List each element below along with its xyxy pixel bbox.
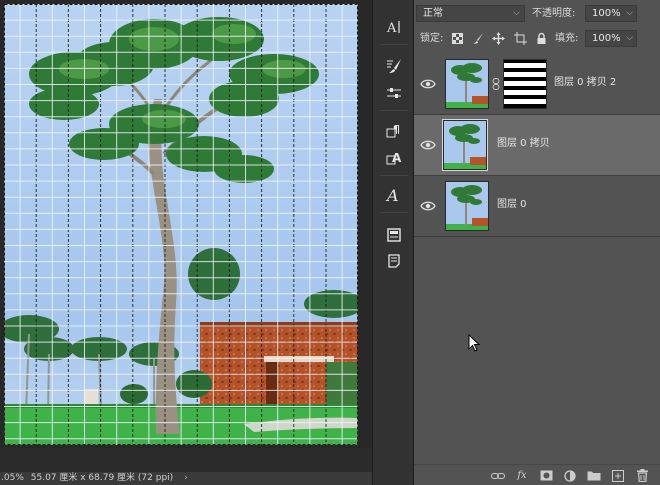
document-size: 55.07 厘米 x 68.79 厘米 (72 ppi) [30, 473, 174, 483]
layer-row[interactable]: 图层 0 [414, 176, 660, 237]
layers-panel-controls: 正常 ⌵ 不透明度: 100% ⌵ 锁定: 填充: 100% ⌵ [414, 0, 660, 54]
brush-presets-icon[interactable] [383, 82, 405, 104]
notes-icon[interactable] [383, 250, 405, 272]
layer-thumbnail[interactable] [445, 59, 489, 109]
lock-position-icon[interactable] [492, 32, 505, 45]
layers-empty-area[interactable] [414, 264, 660, 464]
eye-visibility-icon[interactable] [420, 139, 436, 151]
layer-name[interactable]: 图层 0 拷贝 2 [554, 76, 616, 90]
document-canvas[interactable] [4, 4, 358, 445]
chevron-down-icon: ⌵ [626, 8, 633, 18]
chevron-down-icon: ⌵ [626, 33, 633, 43]
paragraph-styles-icon[interactable]: ¶ [383, 120, 405, 142]
zoom-level[interactable]: .05% [1, 473, 24, 483]
new-group-icon[interactable] [586, 468, 602, 483]
delete-layer-icon[interactable] [634, 468, 650, 483]
status-menu-arrow[interactable]: › [184, 473, 188, 483]
lock-artboard-icon[interactable] [514, 32, 527, 45]
panel-dock-strip: A ¶ A A [372, 0, 414, 485]
layer-name[interactable]: 图层 0 [497, 198, 527, 212]
fill-value: 100% [592, 33, 621, 44]
lock-image-pixels-icon[interactable] [472, 32, 484, 45]
grid-overlay [4, 4, 358, 445]
character-icon[interactable]: A [383, 16, 405, 38]
opacity-label: 不透明度: [532, 8, 576, 19]
fx-icon[interactable]: fx [514, 468, 530, 483]
layer-thumbnail[interactable] [445, 181, 489, 231]
svg-text:¶: ¶ [393, 123, 400, 136]
eye-visibility-icon[interactable] [420, 78, 436, 90]
lock-all-icon[interactable] [536, 32, 547, 45]
svg-text:A: A [385, 186, 399, 204]
link-layers-icon[interactable] [490, 468, 506, 483]
mouse-cursor-icon [468, 334, 480, 352]
layer-name[interactable]: 图层 0 拷贝 [497, 137, 550, 151]
adjustment-layer-icon[interactable] [562, 468, 578, 483]
eye-visibility-icon[interactable] [420, 200, 436, 212]
lock-label: 锁定: [420, 33, 444, 44]
opacity-value: 100% [592, 8, 621, 19]
chevron-down-icon: ⌵ [513, 8, 520, 18]
properties-icon[interactable] [383, 224, 405, 246]
svg-text:A: A [386, 21, 397, 35]
lock-transparent-pixels-icon[interactable] [452, 33, 463, 44]
status-bar: .05% 55.07 厘米 x 68.79 厘米 (72 ppi) › [0, 472, 372, 485]
layer-mask-thumbnail[interactable] [503, 59, 547, 109]
mask-link-icon[interactable] [491, 78, 501, 90]
layer-row-selected[interactable]: 图层 0 拷贝 [414, 115, 660, 176]
canvas-area[interactable]: .05% 55.07 厘米 x 68.79 厘米 (72 ppi) › [0, 0, 372, 485]
canvas-bottom-area [0, 448, 372, 472]
character-styles-icon[interactable]: A [383, 147, 405, 169]
fill-label: 填充: [555, 33, 579, 44]
new-layer-icon[interactable] [610, 468, 626, 483]
glyphs-icon[interactable]: A [383, 184, 405, 206]
brush-settings-icon[interactable] [383, 55, 405, 77]
fill-dropdown-button[interactable]: ⌵ [620, 30, 637, 47]
opacity-dropdown-button[interactable]: ⌵ [620, 5, 637, 22]
layers-list: 图层 0 拷贝 2 图层 0 拷贝 图层 0 [414, 54, 660, 264]
svg-text:A: A [392, 151, 402, 165]
blend-mode-value: 正常 [423, 8, 443, 19]
layer-thumbnail[interactable] [442, 119, 488, 171]
blend-mode-select[interactable]: 正常 ⌵ [416, 5, 525, 22]
layers-panel: 正常 ⌵ 不透明度: 100% ⌵ 锁定: 填充: 100% ⌵ 图层 0 拷贝… [414, 0, 660, 485]
add-mask-icon[interactable] [538, 468, 554, 483]
layers-panel-footer: fx [414, 464, 660, 485]
layer-row[interactable]: 图层 0 拷贝 2 [414, 54, 660, 115]
